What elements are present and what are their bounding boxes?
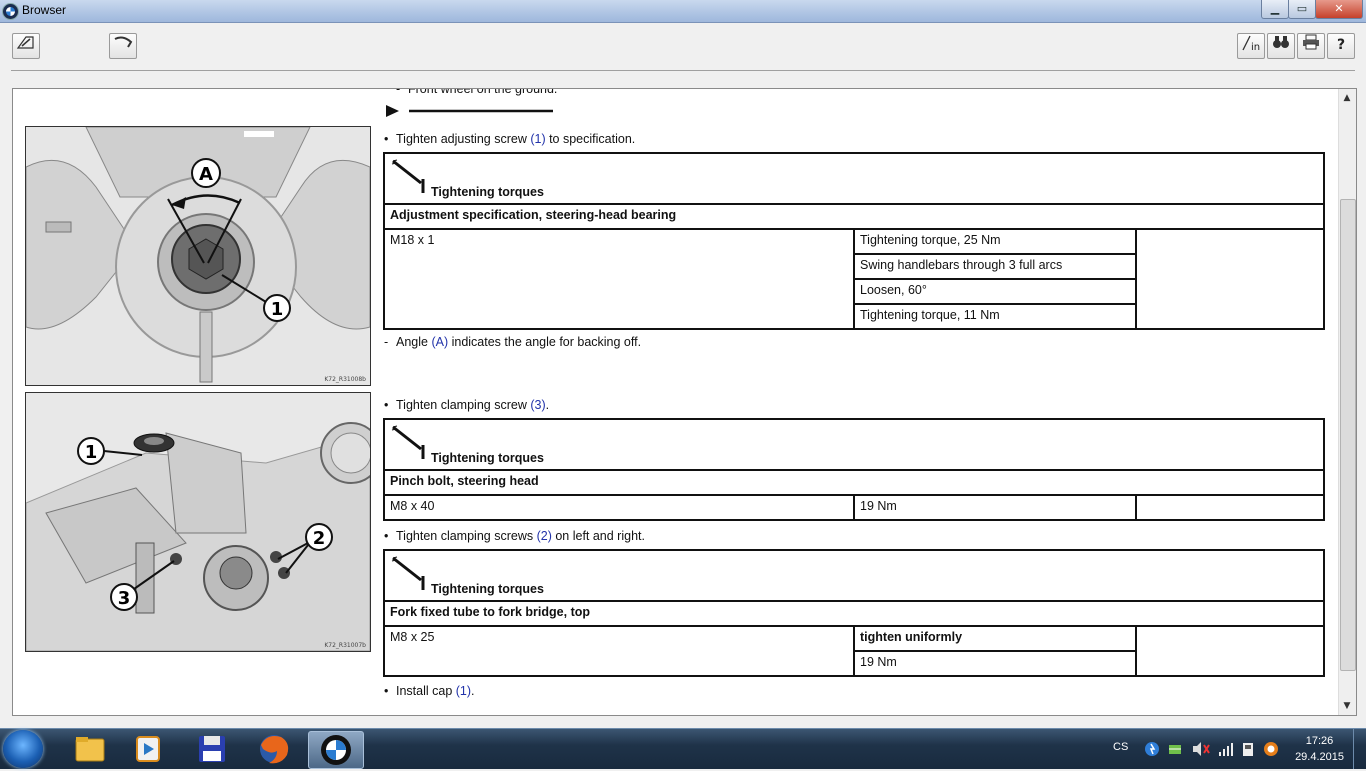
info-in-icon[interactable]: in (1237, 33, 1265, 59)
torque-wrench-icon (391, 556, 425, 590)
maximize-button[interactable]: ▭ (1288, 0, 1316, 19)
step4-text-end: . (471, 684, 475, 698)
torque-header: Tightening torques (383, 549, 1325, 602)
torque-header-label: Tightening torques (431, 582, 544, 596)
step4-text: Install cap (396, 684, 456, 698)
callout-3: 3 (118, 588, 131, 609)
figure-code: K72_R31007b (324, 642, 366, 649)
step1-text: Tighten adjusting screw (396, 132, 531, 146)
callout-1-bottom: 1 (85, 442, 98, 463)
front-wheel-text: - Front wheel on the ground. (396, 88, 558, 96)
clock-date: 29.4.2015 (1295, 751, 1344, 763)
print-icon[interactable] (1297, 33, 1325, 59)
table-title: Fork fixed tube to fork bridge, top (383, 600, 1325, 627)
ref-link-2[interactable]: (2) (537, 529, 552, 543)
torque-wrench-icon (391, 159, 425, 193)
scrollbar-thumb[interactable] (1340, 199, 1356, 671)
table-title: Adjustment specification, steering-head … (383, 203, 1325, 230)
binoculars-icon[interactable] (1267, 33, 1295, 59)
title-bar: Browser ▁ ▭ ✕ (0, 0, 1366, 23)
help-glyph: ? (1336, 37, 1346, 53)
figure-fork-bridge: 1 2 3 K72_R31007b (25, 392, 371, 652)
step1-text-end: to specification. (545, 132, 636, 146)
torque-header: Tightening torques (383, 418, 1325, 471)
front-wheel-label: Front wheel on the ground. (408, 88, 558, 96)
torque-header-label: Tightening torques (431, 185, 544, 199)
step2-text-end: . (545, 398, 550, 412)
language-indicator[interactable]: CS (1113, 741, 1128, 753)
note-text-end: indicates the angle for backing off. (448, 335, 642, 349)
arrow-separator (385, 104, 560, 121)
note-angle: - Angle (A) indicates the angle for backi… (384, 335, 642, 349)
callout-2: 2 (313, 528, 326, 549)
start-button[interactable] (3, 730, 43, 768)
value-cell: Swing handlebars through 3 full arcs (853, 253, 1137, 280)
torque-table-steering-bearing: Tightening torques Adjustment specificat… (383, 152, 1325, 330)
spec-cell: M8 x 25 (383, 625, 855, 677)
step3-text-end: on left and right. (551, 529, 645, 543)
step2-text: Tighten clamping screw (396, 398, 531, 412)
bmw-browser-task[interactable] (308, 731, 364, 769)
value-cell: Tightening torque, 25 Nm (853, 228, 1137, 255)
value-cell: Loosen, 60° (853, 278, 1137, 305)
vertical-scrollbar[interactable]: ▲ ▼ (1338, 89, 1356, 715)
window-title: Browser (22, 3, 67, 17)
step-tighten-clamping-screw: • Tighten clamping screw (3). (384, 398, 550, 412)
ref-link-a[interactable]: (A) (431, 335, 448, 349)
figure-code: K72_R31008b (324, 376, 366, 383)
firefox-task[interactable] (247, 731, 301, 767)
step-tighten-adjusting-screw: • Tighten adjusting screw (1) to specific… (384, 132, 636, 146)
ref-link-1[interactable]: (1) (530, 132, 545, 146)
note-text: Angle (396, 335, 432, 349)
table-title: Pinch bolt, steering head (383, 469, 1325, 496)
svg-text:in: in (1251, 42, 1260, 52)
callout-1-top: 1 (271, 299, 284, 320)
document-view: - Front wheel on the ground. A 1 K72_R31… (12, 88, 1357, 716)
ref-link-1[interactable]: (1) (456, 684, 471, 698)
save-app-task[interactable] (185, 731, 239, 767)
step3-text: Tighten clamping screws (396, 529, 537, 543)
torque-header-label: Tightening torques (431, 451, 544, 465)
show-desktop-button[interactable] (1353, 729, 1366, 769)
clock-time: 17:26 (1305, 735, 1334, 747)
value-cell: 19 Nm (853, 494, 1137, 521)
value-cell: 19 Nm (853, 650, 1137, 677)
empty-cell (1135, 625, 1325, 677)
media-player-task[interactable] (121, 731, 175, 767)
empty-cell (1135, 228, 1325, 330)
scroll-up-arrow-icon[interactable]: ▲ (1341, 91, 1353, 105)
spec-cell: M18 x 1 (383, 228, 855, 330)
torque-table-pinch-bolt: Tightening torques Pinch bolt, steering … (383, 418, 1325, 521)
value-cell: tighten uniformly (853, 625, 1137, 652)
scroll-down-arrow-icon[interactable]: ▼ (1341, 699, 1353, 713)
step-install-cap: • Install cap (1). (384, 684, 475, 698)
torque-wrench-icon (391, 425, 425, 459)
close-button[interactable]: ✕ (1315, 0, 1363, 19)
tool-icon[interactable] (109, 33, 137, 59)
figure-steering-head-top: A 1 K72_R31008b (25, 126, 371, 386)
tray-icons (1143, 740, 1283, 761)
explorer-task[interactable] (62, 731, 116, 767)
value-cell: Tightening torque, 11 Nm (853, 303, 1137, 330)
help-icon[interactable]: ? (1327, 33, 1355, 59)
callout-a: A (199, 164, 213, 185)
bmw-logo-icon (2, 3, 19, 20)
step-tighten-clamping-screws: • Tighten clamping screws (2) on left and… (384, 529, 645, 543)
minimize-button[interactable]: ▁ (1261, 0, 1289, 19)
toolbar: in ? (0, 23, 1366, 69)
torque-table-fork-bridge: Tightening torques Fork fixed tube to fo… (383, 549, 1325, 677)
clock[interactable]: 17:26 29.4.2015 (1295, 733, 1344, 765)
spec-cell: M8 x 40 (383, 494, 855, 521)
toolbar-separator (11, 70, 1355, 71)
ref-link-3[interactable]: (3) (530, 398, 545, 412)
empty-cell (1135, 494, 1325, 521)
edit-icon[interactable] (12, 33, 40, 59)
torque-header: Tightening torques (383, 152, 1325, 205)
taskbar: CS 17:26 29.4.2015 (0, 728, 1366, 769)
